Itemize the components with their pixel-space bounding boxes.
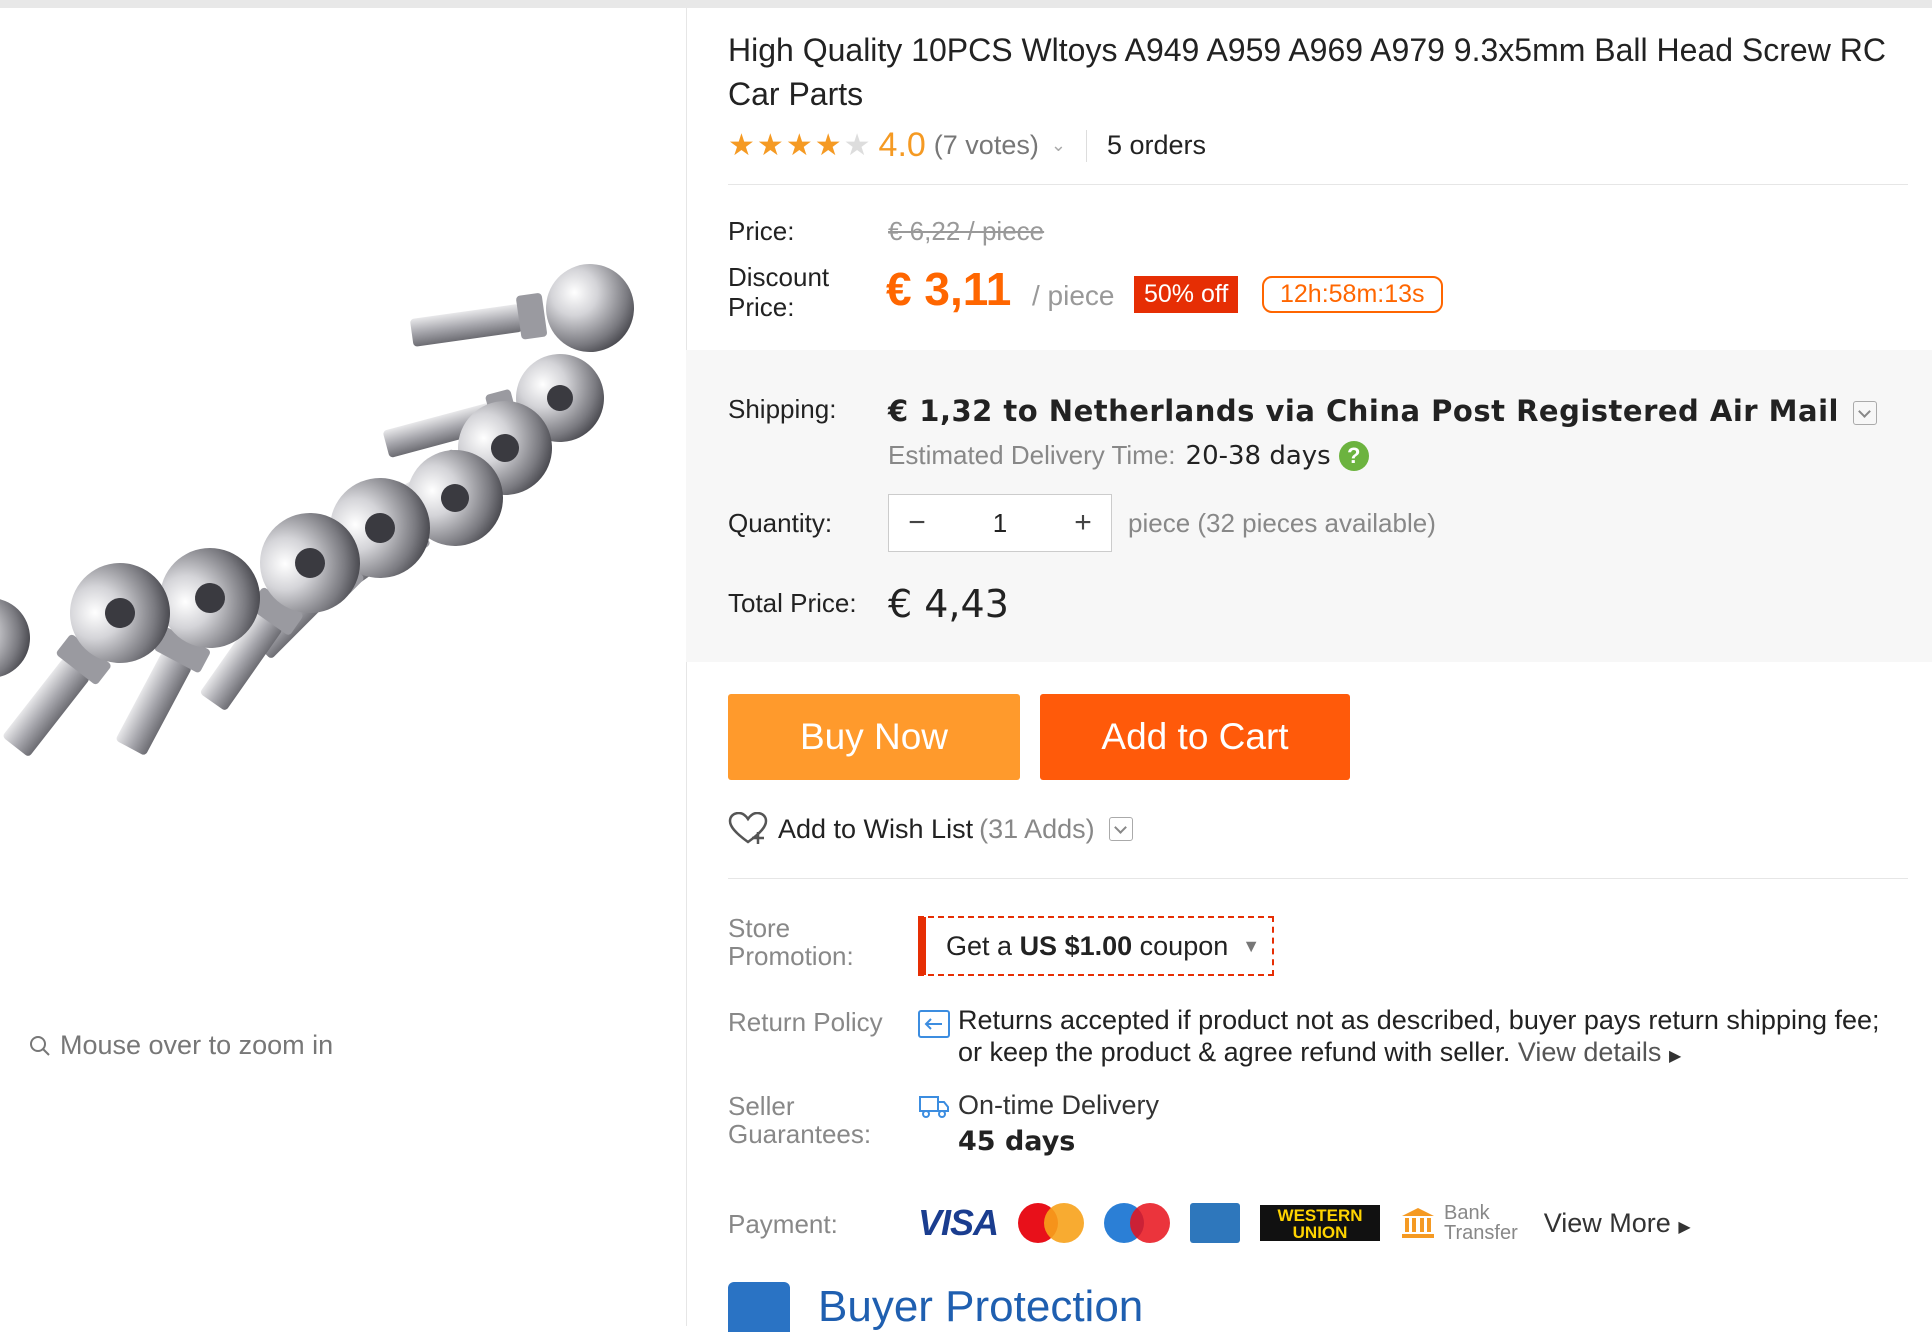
orders-count: 5 orders	[1106, 130, 1206, 160]
estimated-delivery-label: Estimated Delivery Time:	[888, 440, 1176, 470]
product-title: High Quality 10PCS Wltoys A949 A959 A969…	[728, 32, 1886, 112]
delivery-truck-icon	[919, 1096, 949, 1118]
delivery-days: 45 days	[958, 1126, 1076, 1157]
star-icon: ★	[785, 128, 813, 162]
wishlist-label: Add to Wish List	[778, 813, 974, 844]
zoom-hint: Mouse over to zoom in	[28, 1030, 333, 1061]
zoom-hint-text: Mouse over to zoom in	[60, 1030, 334, 1060]
coupon-accent-bar	[918, 917, 926, 975]
divider	[728, 184, 1908, 185]
caret-right-icon: ▶	[1668, 1048, 1682, 1065]
visa-logo: VISA	[918, 1202, 999, 1243]
add-to-wishlist[interactable]: Add to Wish List (31 Adds)	[728, 812, 1133, 846]
shipping-dropdown-icon[interactable]	[1853, 401, 1877, 425]
estimated-delivery: Estimated Delivery Time: 20-38 days ?	[888, 440, 1369, 471]
shield-cart-icon	[728, 1282, 790, 1332]
bank-transfer-line-1: Bank	[1444, 1202, 1490, 1224]
return-policy-line-1: Returns accepted if product not as descr…	[958, 1005, 1880, 1035]
view-details-link[interactable]: View details	[1518, 1037, 1662, 1067]
store-promotion-label: Store Promotion:	[728, 913, 854, 971]
star-icon: ★	[756, 128, 784, 162]
buyer-protection-title: Buyer Protection	[818, 1282, 1144, 1331]
coupon-text: Get a US $1.00 coupon	[946, 931, 1228, 962]
price-label: Price:	[728, 216, 795, 246]
on-time-delivery: On-time Delivery	[958, 1090, 1160, 1120]
coupon-suffix: coupon	[1139, 930, 1229, 961]
search-icon	[30, 1035, 50, 1056]
quantity-stepper: − 1 +	[888, 494, 1112, 552]
screw-group	[0, 264, 634, 756]
coupon-dropdown[interactable]: Get a US $1.00 coupon ▼	[918, 916, 1274, 976]
estimated-delivery-days: 20-38 days	[1185, 440, 1331, 471]
image-gallery[interactable]: Mouse over to zoom in	[0, 8, 687, 1326]
star-empty-icon: ★	[843, 128, 871, 162]
return-policy-label: Return Policy	[728, 1007, 883, 1037]
wishlist-count: (31 Adds)	[979, 813, 1095, 844]
quantity-input[interactable]: 1	[945, 508, 1055, 539]
help-icon[interactable]: ?	[1338, 440, 1369, 471]
votes-link[interactable]: (7 votes)	[934, 130, 1039, 161]
unit-label: / piece	[1032, 280, 1115, 311]
wishlist-dropdown-icon[interactable]	[1108, 817, 1133, 841]
return-policy-line-2-text: or keep the product & agree refund with …	[958, 1037, 1511, 1067]
shipping-label: Shipping:	[728, 394, 837, 424]
discount-price: € 3,11	[886, 263, 1012, 315]
total-price: € 4,43	[888, 582, 1009, 626]
divider	[1085, 129, 1087, 162]
view-more-payments-link[interactable]: View More ▶	[1544, 1208, 1691, 1239]
amex-logo	[1190, 1203, 1241, 1243]
chevron-down-icon[interactable]: ⌄	[1051, 135, 1066, 156]
heart-plus-icon	[728, 812, 768, 844]
add-to-cart-button[interactable]: Add to Cart	[1040, 694, 1350, 780]
shipping-text: € 1,32 to Netherlands via China Post Reg…	[888, 394, 1839, 428]
payment-methods: VISA WESTERN UNION Bank Transfer View Mo…	[918, 1202, 1691, 1244]
quantity-availability: piece (32 pieces available)	[1128, 508, 1436, 538]
payment-label: Payment:	[728, 1209, 838, 1239]
countdown-timer: 12h:58m:13s	[1262, 276, 1443, 313]
western-union-line-2: UNION	[1292, 1223, 1348, 1242]
seller-guarantees-label: Seller Guarantees:	[728, 1091, 872, 1149]
return-icon	[918, 1010, 950, 1038]
caret-down-icon: ▼	[1242, 935, 1261, 956]
coupon-prefix: Get a	[946, 930, 1013, 961]
total-price-label: Total Price:	[728, 588, 857, 618]
return-policy-line-2: or keep the product & agree refund with …	[958, 1036, 1918, 1073]
shipping-option[interactable]: € 1,32 to Netherlands via China Post Reg…	[888, 394, 1877, 428]
view-more-label: View More	[1543, 1207, 1671, 1238]
mastercard-logo	[1018, 1203, 1085, 1243]
bank-transfer-logo: Bank Transfer	[1400, 1203, 1518, 1243]
western-union-logo: WESTERN UNION	[1260, 1205, 1381, 1242]
discount-price-label: Discount Price:	[728, 262, 830, 322]
star-icon: ★	[814, 128, 842, 162]
bank-icon	[1402, 1208, 1435, 1238]
buy-now-button[interactable]: Buy Now	[728, 694, 1020, 780]
product-detail-panel: High Quality 10PCS Wltoys A949 A959 A969…	[686, 0, 1932, 1332]
caret-right-icon: ▶	[1678, 1218, 1691, 1236]
coupon-amount: US $1.00	[1019, 930, 1133, 961]
rating-value: 4.0	[878, 126, 926, 164]
rating-stars: ★ ★ ★ ★ ★	[728, 128, 871, 162]
divider	[728, 878, 1908, 879]
original-price: € 6,22 / piece	[888, 216, 1045, 246]
buyer-protection-header: Buyer Protection	[728, 1282, 1143, 1332]
maestro-logo	[1104, 1203, 1171, 1243]
quantity-label: Quantity:	[728, 508, 833, 538]
quantity-increase-button[interactable]: +	[1055, 506, 1111, 540]
rating-row: ★ ★ ★ ★ ★ 4.0 (7 votes) ⌄ 5 orders	[728, 126, 1206, 165]
star-icon: ★	[728, 128, 755, 162]
western-union-line-1: WESTERN	[1277, 1206, 1363, 1225]
return-policy-text: Returns accepted if product not as descr…	[958, 1004, 1918, 1073]
product-image[interactable]	[0, 208, 686, 768]
discount-badge: 50% off	[1134, 276, 1239, 313]
quantity-decrease-button[interactable]: −	[889, 506, 945, 540]
bank-transfer-line-2: Transfer	[1444, 1222, 1518, 1244]
